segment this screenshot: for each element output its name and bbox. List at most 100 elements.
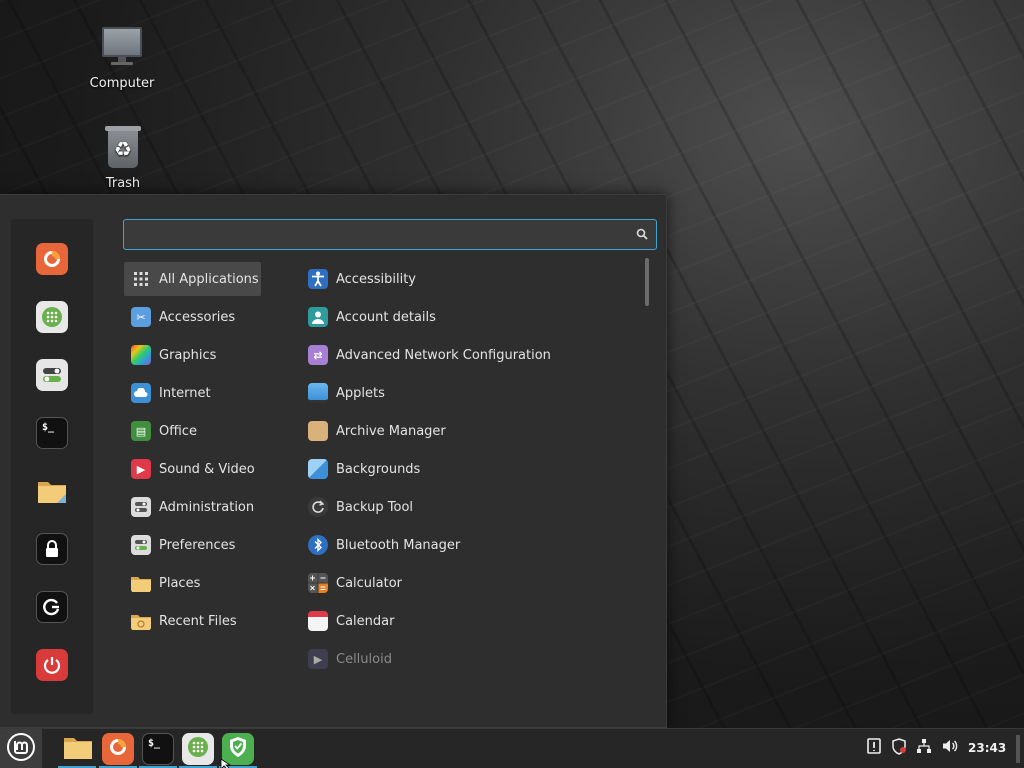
favorites-sidebar: $_	[11, 219, 93, 714]
terminal-icon: $_	[148, 738, 161, 749]
favorite-firefox[interactable]	[36, 243, 68, 275]
tray-notifications[interactable]	[865, 738, 883, 757]
app-label: Calendar	[336, 613, 395, 629]
app-celluloid[interactable]: ▶ Celluloid	[302, 642, 638, 676]
app-advanced-network-configuration[interactable]: ⇄ Advanced Network Configuration	[302, 338, 638, 372]
cloud-icon	[131, 383, 151, 403]
favorite-terminal[interactable]: $_	[36, 417, 68, 449]
category-label: Internet	[159, 385, 211, 401]
volume-icon	[942, 738, 959, 758]
category-all-applications[interactable]: All Applications	[124, 262, 261, 296]
search-box[interactable]	[123, 219, 657, 250]
category-label: Administration	[159, 499, 255, 515]
accessibility-icon	[308, 269, 328, 289]
desktop-icon-computer[interactable]: Computer	[72, 24, 172, 91]
tray-update-status[interactable]	[890, 737, 908, 759]
app-label: Advanced Network Configuration	[336, 347, 551, 363]
network-icon	[916, 738, 932, 758]
menu-button[interactable]	[0, 729, 42, 768]
app-calendar[interactable]: Calendar	[302, 604, 638, 638]
tray-network[interactable]	[915, 739, 933, 757]
application-menu: $_ All Applications ✂ Accessories Graphi…	[0, 194, 667, 728]
folder-icon	[63, 734, 93, 764]
desktop-icon-label: Trash	[105, 176, 141, 191]
lock-icon	[44, 540, 60, 558]
backup-icon	[308, 497, 328, 517]
toggle-settings-icon	[41, 364, 63, 386]
mouse-cursor-icon	[220, 758, 232, 768]
app-bluetooth-manager[interactable]: Bluetooth Manager	[302, 528, 638, 562]
search-icon	[636, 228, 648, 244]
app-archive-manager[interactable]: Archive Manager	[302, 414, 638, 448]
tray-volume[interactable]	[941, 739, 959, 757]
recent-folder-icon	[131, 611, 151, 631]
app-applets[interactable]: Applets	[302, 376, 638, 410]
show-desktop-button[interactable]	[1016, 735, 1020, 763]
taskbar-panel: $_ 23:43	[0, 728, 1024, 768]
graphics-icon	[131, 345, 151, 365]
terminal-icon: $_	[42, 422, 55, 433]
category-sound-video[interactable]: ▶ Sound & Video	[124, 452, 261, 486]
search-input[interactable]	[128, 223, 628, 246]
panel-launcher-terminal[interactable]: $_	[142, 733, 174, 765]
app-label: Bluetooth Manager	[336, 537, 461, 553]
panel-clock[interactable]: 23:43	[968, 741, 1006, 755]
bluetooth-icon	[308, 535, 328, 555]
grid-icon	[131, 269, 151, 289]
panel-launcher-software-manager[interactable]	[182, 733, 214, 765]
app-label: Backup Tool	[336, 499, 414, 515]
category-label: All Applications	[159, 271, 259, 287]
backgrounds-icon	[308, 459, 328, 479]
app-account-details[interactable]: Account details	[302, 300, 638, 334]
favorite-lock-screen[interactable]	[36, 533, 68, 565]
calculator-icon	[308, 573, 328, 593]
category-graphics[interactable]: Graphics	[124, 338, 261, 372]
category-administration[interactable]: Administration	[124, 490, 261, 524]
app-list-scrollbar[interactable]	[645, 258, 649, 306]
logout-icon	[43, 598, 61, 616]
trash-icon: ♻	[99, 124, 147, 172]
office-icon: ▤	[131, 421, 151, 441]
software-manager-icon	[187, 736, 209, 762]
category-label: Office	[159, 423, 197, 439]
app-backup-tool[interactable]: Backup Tool	[302, 490, 638, 524]
category-label: Graphics	[159, 347, 217, 363]
app-accessibility[interactable]: Accessibility	[302, 262, 638, 296]
category-places[interactable]: Places	[124, 566, 261, 600]
update-shield-icon	[891, 737, 907, 759]
category-accessories[interactable]: ✂ Accessories	[124, 300, 261, 334]
favorite-settings[interactable]	[36, 359, 68, 391]
panel-launcher-firefox[interactable]	[102, 733, 134, 765]
category-label: Preferences	[159, 537, 236, 553]
category-preferences[interactable]: Preferences	[124, 528, 261, 562]
app-label: Account details	[336, 309, 436, 325]
app-label: Applets	[336, 385, 385, 401]
category-label: Accessories	[159, 309, 236, 325]
favorite-software-manager[interactable]	[36, 301, 68, 333]
app-label: Backgrounds	[336, 461, 421, 477]
app-backgrounds[interactable]: Backgrounds	[302, 452, 638, 486]
scissors-icon: ✂	[131, 307, 151, 327]
app-label: Accessibility	[336, 271, 416, 287]
firefox-icon	[108, 737, 128, 761]
network-config-icon: ⇄	[308, 345, 328, 365]
category-label: Sound & Video	[159, 461, 255, 477]
favorite-files[interactable]	[36, 475, 68, 507]
favorite-logout[interactable]	[36, 591, 68, 623]
firefox-icon	[42, 249, 62, 269]
category-office[interactable]: ▤ Office	[124, 414, 261, 448]
category-internet[interactable]: Internet	[124, 376, 261, 410]
celluloid-icon: ▶	[308, 649, 328, 669]
category-recent-files[interactable]: Recent Files	[124, 604, 261, 638]
preferences-icon	[131, 535, 151, 555]
account-icon	[308, 307, 328, 327]
app-label: Calculator	[336, 575, 403, 591]
panel-launcher-files[interactable]	[62, 733, 94, 765]
software-manager-icon	[41, 306, 63, 328]
play-icon: ▶	[131, 459, 151, 479]
app-calculator[interactable]: Calculator	[302, 566, 638, 600]
favorite-shutdown[interactable]	[36, 649, 68, 681]
folder-icon	[131, 573, 151, 593]
desktop-icon-trash[interactable]: ♻ Trash	[73, 124, 173, 191]
applets-icon	[308, 383, 328, 403]
